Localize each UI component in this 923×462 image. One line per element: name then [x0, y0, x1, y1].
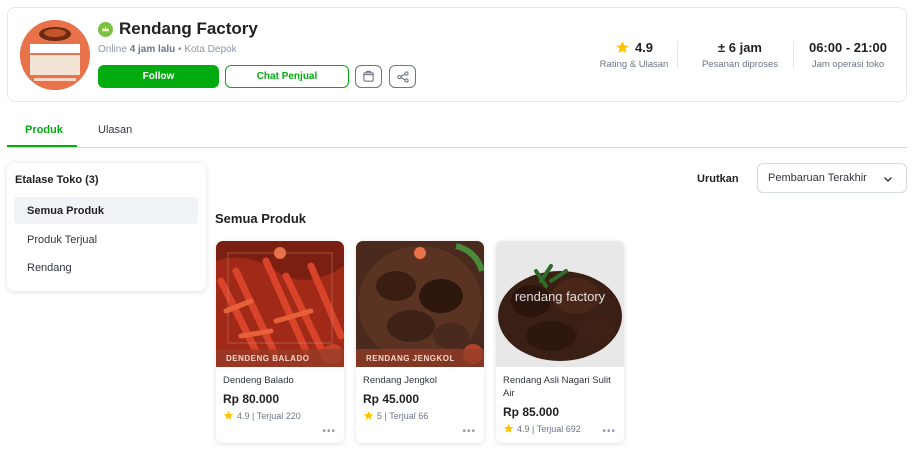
- product-name: Rendang Asli Nagari Sulit Air: [503, 375, 611, 399]
- shop-location: • Kota Depok: [178, 44, 237, 55]
- shop-tabs: Produk Ulasan: [7, 118, 907, 148]
- stat-rating[interactable]: 4.9 Rating & Ulasan: [590, 40, 678, 70]
- product-rating: 5: [377, 410, 383, 421]
- more-options-icon[interactable]: •••: [322, 426, 336, 437]
- product-image-watermark: rendang factory: [514, 289, 606, 304]
- more-options-icon[interactable]: •••: [602, 426, 616, 437]
- shop-logo-image: [20, 20, 90, 90]
- official-badge-icon: [98, 21, 113, 37]
- stat-processing-value: ± 6 jam: [718, 40, 762, 55]
- product-card-body: Dendeng Balado Rp 80.000 4.9 | Terjual 2…: [223, 374, 339, 421]
- product-price: Rp 80.000: [223, 392, 280, 406]
- stat-processing: ± 6 jam Pesanan diproses: [690, 40, 790, 70]
- product-card[interactable]: RENDANG JENGKOL Rendang Jengkol Rp 45.00…: [356, 241, 484, 443]
- sort-dropdown[interactable]: Pembaruan Terakhir: [757, 163, 907, 193]
- product-sold: | Terjual 692: [532, 423, 581, 434]
- shop-name: Rendang Factory: [119, 19, 258, 38]
- product-rating-row: 5 | Terjual 66: [363, 410, 479, 421]
- online-status: Online: [98, 44, 127, 55]
- stat-divider: [677, 41, 678, 69]
- shop-header: Rendang Factory Online 4 jam lalu • Kota…: [7, 7, 907, 102]
- star-icon: [223, 410, 234, 420]
- product-price: Rp 85.000: [503, 405, 560, 419]
- product-image-caption: RENDANG JENGKOL: [356, 349, 484, 367]
- product-name: Dendeng Balado: [223, 375, 294, 386]
- shop-info-icon: [363, 70, 374, 82]
- etalase-item-rendang[interactable]: Rendang: [14, 254, 198, 281]
- product-rating: 4.9: [517, 423, 530, 434]
- star-icon: [503, 423, 514, 433]
- section-title: Semua Produk: [215, 211, 307, 226]
- chat-seller-button[interactable]: Chat Penjual: [225, 65, 349, 88]
- share-button[interactable]: [389, 65, 416, 88]
- tab-produk[interactable]: Produk: [25, 124, 63, 136]
- chevron-down-icon: [884, 177, 892, 182]
- star-icon: [363, 410, 374, 420]
- product-card-body: Rendang Jengkol Rp 45.000 5 | Terjual 66: [363, 374, 479, 421]
- sort-label: Urutkan: [697, 173, 739, 185]
- active-tab-indicator: [7, 145, 77, 147]
- sort-selected-value: Pembaruan Terakhir: [768, 172, 867, 184]
- etalase-panel: Etalase Toko (3) Semua Produk Produk Ter…: [7, 163, 206, 291]
- star-icon: [616, 41, 629, 54]
- product-image: RENDANG JENGKOL: [356, 241, 484, 367]
- shop-avatar[interactable]: [20, 20, 90, 90]
- product-name: Rendang Jengkol: [363, 375, 437, 386]
- more-options-icon[interactable]: •••: [462, 426, 476, 437]
- etalase-item-produk-terjual[interactable]: Produk Terjual: [14, 226, 198, 253]
- product-image: rendang factory: [496, 241, 624, 367]
- stat-rating-label: Rating & Ulasan: [599, 59, 669, 70]
- stat-processing-label: Pesanan diproses: [701, 59, 779, 70]
- last-online: 4 jam lalu: [129, 44, 176, 55]
- follow-button[interactable]: Follow: [98, 65, 219, 88]
- stat-hours-value: 06:00 - 21:00: [808, 40, 888, 55]
- tab-ulasan[interactable]: Ulasan: [98, 124, 132, 136]
- shop-meta: Online 4 jam lalu • Kota Depok: [98, 44, 237, 55]
- stat-hours-label: Jam operasi toko: [811, 59, 885, 70]
- etalase-title: Etalase Toko (3): [15, 174, 99, 186]
- product-card[interactable]: rendang factory Rendang Asli Nagari Suli…: [496, 241, 624, 443]
- product-rating: 4.9: [237, 410, 250, 421]
- product-sold: | Terjual 220: [252, 410, 301, 421]
- shop-info-button[interactable]: [355, 65, 382, 88]
- product-rating-row: 4.9 | Terjual 220: [223, 410, 339, 421]
- stat-divider: [793, 41, 794, 69]
- product-price: Rp 45.000: [363, 392, 420, 406]
- etalase-item-semua-produk[interactable]: Semua Produk: [14, 197, 198, 224]
- product-image: DENDENG BALADO: [216, 241, 344, 367]
- shop-name-row: Rendang Factory: [98, 19, 258, 39]
- product-card[interactable]: DENDENG BALADO Dendeng Balado Rp 80.000 …: [216, 241, 344, 443]
- stat-hours: 06:00 - 21:00 Jam operasi toko: [803, 40, 893, 70]
- share-icon: [396, 70, 409, 83]
- stat-rating-value: 4.9: [634, 40, 654, 55]
- product-sold: | Terjual 66: [384, 410, 429, 421]
- product-card-body: Rendang Asli Nagari Sulit Air Rp 85.000 …: [503, 374, 619, 434]
- stat-rating-value-row: 4.9: [590, 40, 678, 55]
- product-image-caption: DENDENG BALADO: [216, 349, 344, 367]
